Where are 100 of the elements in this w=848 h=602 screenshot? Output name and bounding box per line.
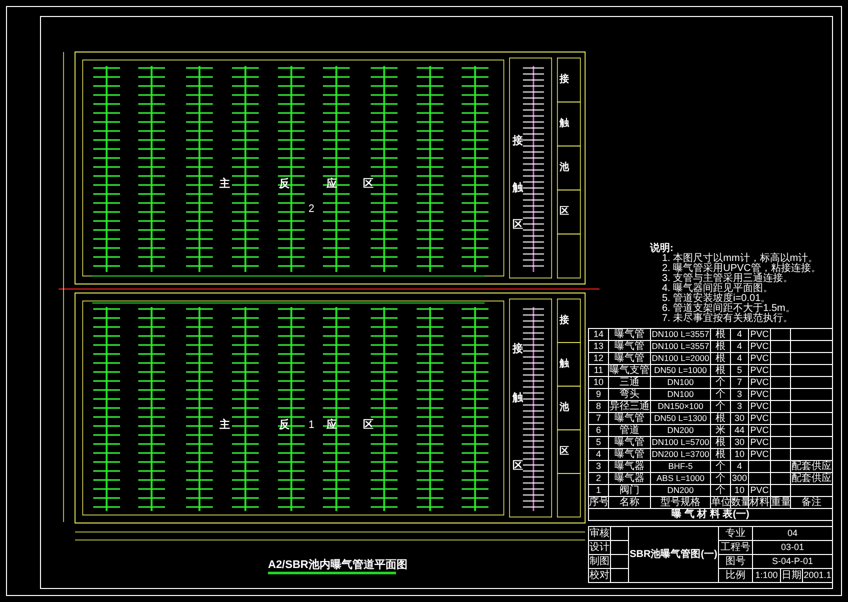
note-text: 1. 本图尺寸以mm计，标高以m计。 [662,254,818,264]
item-spec: DN150×100 [658,401,704,411]
column-header: 材料 [750,497,770,508]
side-cell [556,146,581,190]
contact-zone-label: 区 [512,460,524,472]
field-value: 04 [787,528,798,538]
column-header: 重量 [771,497,791,508]
item-quantity: 4 [736,341,742,351]
item-quantity: 10 [734,485,744,495]
item-quantity: 4 [736,353,742,363]
cell-label: 接 [559,314,570,326]
item-material: PVC [750,365,769,375]
row-number: 7 [596,413,601,423]
cell-label: 区 [559,446,570,457]
item-spec: DN100 [667,389,694,399]
column-header: 序号 [589,497,609,508]
side-cell [556,386,581,430]
field-label: 比例 [726,570,746,580]
row-number: 13 [593,341,604,351]
item-name: 管道 [620,425,640,436]
item-spec: DN100 L=3557 [652,341,710,351]
side-cell [556,58,581,102]
item-spec: DN200 [667,425,694,435]
column-header: 备注 [802,497,822,508]
item-unit: 根 [716,413,726,424]
item-unit: 个 [716,377,726,388]
item-material: PVC [750,353,769,363]
field-label: 工程号 [720,542,750,552]
contact-zone-label: 区 [512,218,524,232]
item-material: PVC [750,437,769,447]
cell-label: 区 [559,206,570,218]
item-name: 曝气管 [614,413,644,424]
item-name: 曝气管 [614,353,644,364]
side-cell [556,342,581,387]
item-name: 弯头 [620,389,640,400]
item-quantity: 5 [736,365,742,375]
side-cell [556,429,581,474]
item-quantity: 4 [736,461,742,471]
field-label: 图号 [726,556,746,566]
signature-label: 审核 [590,528,610,538]
field-label: 日期 [782,570,802,580]
item-name: 曝气支管 [610,365,650,376]
zone-label: 主 [220,418,230,432]
field-label: 专业 [726,528,746,538]
item-unit: 根 [716,449,726,460]
zone-label: 主 [220,178,230,190]
item-material: PVC [750,449,769,459]
item-name: 阀门 [620,485,640,496]
row-number: 4 [596,449,601,459]
cell-label: 触 [559,118,570,130]
zone-label: 区 [363,418,374,432]
item-spec: DN100 L=3557 [652,329,710,339]
column-header: 型号规格 [660,497,700,508]
drawing-name: SBR池曝气管图(一) [630,548,718,560]
zone-number: 2 [308,202,314,216]
row-number: 14 [593,329,604,339]
item-name: 曝气器 [614,473,644,484]
cell-label: 触 [559,358,570,370]
drawing-title: A2/SBR池内曝气管道平面图 [268,559,408,571]
row-number: 11 [594,365,604,375]
field-value: S-04-P-01 [772,556,814,566]
cell-label: 池 [559,162,570,174]
item-spec: DN100 [667,377,694,387]
item-quantity: 30 [734,413,744,423]
item-spec: DN50 L=1000 [654,365,707,375]
item-name: 曝气管 [614,329,644,340]
note-text: 2. 曝气管采用UPVC管，粘接连接。 [662,264,821,274]
item-name: 曝气管 [614,437,644,448]
item-quantity: 3 [736,401,742,411]
field-value: 03-01 [780,542,804,552]
item-spec: DN50 L=1300 [654,413,707,423]
item-quantity: 30 [734,437,744,447]
signature-label: 制图 [590,556,610,566]
item-unit: 个 [716,461,726,472]
item-spec: DN200 L=3700 [652,449,710,459]
item-name: 曝气器 [614,461,644,472]
item-unit: 根 [716,341,726,352]
side-cell [556,190,581,234]
item-unit: 个 [716,389,726,400]
item-quantity: 10 [734,449,744,459]
item-material: PVC [750,389,769,399]
item-quantity: 3 [736,389,742,399]
item-unit: 个 [716,485,726,496]
item-unit: 根 [716,365,726,376]
item-unit: 米 [716,425,726,436]
note-text: 7. 未尽事宜按有关规范执行。 [662,314,794,324]
cell-label: 池 [559,402,570,414]
signature-label: 校对 [590,570,610,580]
item-unit: 个 [716,401,726,412]
item-remark: 配套供应 [792,461,832,472]
contact-zone-label: 触 [512,182,524,194]
item-spec: DN200 [667,485,694,495]
side-cell [556,473,581,518]
side-cell [556,234,581,278]
item-material: PVC [750,329,769,339]
item-spec: DN100 L=2000 [652,353,710,363]
item-material: PVC [750,401,769,411]
item-remark: 配套供应 [792,473,832,484]
item-name: 曝气管 [614,341,644,352]
side-cell [556,298,581,343]
